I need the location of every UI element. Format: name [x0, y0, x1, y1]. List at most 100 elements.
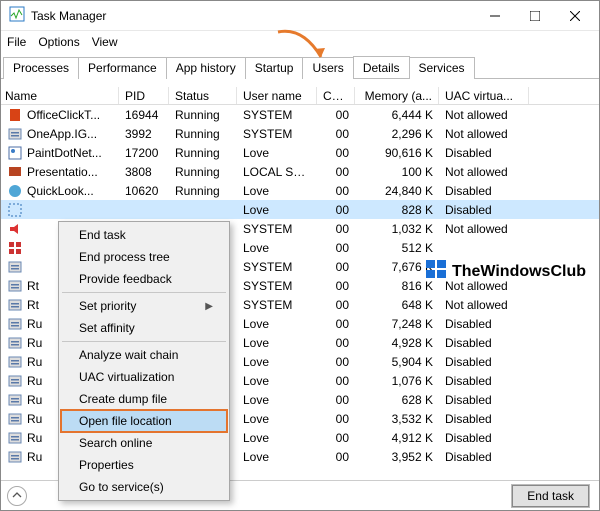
tab-app-history[interactable]: App history: [166, 57, 246, 79]
process-icon: [7, 183, 23, 199]
process-user: Love: [237, 355, 317, 369]
process-cpu: 00: [317, 450, 355, 464]
ctx-open-file-location[interactable]: Open file location: [61, 410, 227, 432]
ctx-properties[interactable]: Properties: [61, 454, 227, 476]
process-uac: Disabled: [439, 317, 529, 331]
ctx-analyze-wait-chain[interactable]: Analyze wait chain: [61, 344, 227, 366]
tab-processes[interactable]: Processes: [3, 57, 79, 79]
process-cpu: 00: [317, 336, 355, 350]
process-user: Love: [237, 431, 317, 445]
process-icon: [7, 335, 23, 351]
process-name: Rt: [27, 279, 39, 293]
process-user: SYSTEM: [237, 127, 317, 141]
ctx-provide-feedback[interactable]: Provide feedback: [61, 268, 227, 290]
process-row[interactable]: OneApp.IG...3992RunningSYSTEM002,296 KNo…: [1, 124, 599, 143]
ctx-set-affinity[interactable]: Set affinity: [61, 317, 227, 339]
process-icon: [7, 316, 23, 332]
process-icon: [7, 145, 23, 161]
menu-file[interactable]: File: [7, 35, 26, 49]
process-memory: 100 K: [355, 165, 439, 179]
ctx-go-to-services[interactable]: Go to service(s): [61, 476, 227, 498]
end-task-button[interactable]: End task: [512, 485, 589, 507]
process-icon: [7, 164, 23, 180]
process-row[interactable]: Presentatio...3808RunningLOCAL SE...0010…: [1, 162, 599, 181]
process-cpu: 00: [317, 222, 355, 236]
tab-performance[interactable]: Performance: [78, 57, 167, 79]
header-cpu[interactable]: CPU: [317, 87, 355, 104]
ctx-end-task[interactable]: End task: [61, 224, 227, 246]
process-icon: [7, 278, 23, 294]
submenu-arrow-icon: ▶: [205, 301, 213, 312]
header-name[interactable]: Name: [1, 87, 119, 104]
process-icon: [7, 126, 23, 142]
process-memory: 24,840 K: [355, 184, 439, 198]
tab-users[interactable]: Users: [302, 57, 353, 79]
process-name: Ru: [27, 317, 42, 331]
process-row[interactable]: PaintDotNet...17200RunningLove0090,616 K…: [1, 143, 599, 162]
header-memory[interactable]: Memory (a...: [355, 87, 439, 104]
tab-services[interactable]: Services: [409, 57, 475, 79]
maximize-button[interactable]: [515, 2, 555, 30]
menu-options[interactable]: Options: [38, 35, 79, 49]
ctx-set-priority[interactable]: Set priority▶: [61, 295, 227, 317]
process-cpu: 00: [317, 298, 355, 312]
process-uac: Disabled: [439, 336, 529, 350]
ctx-uac-virtualization[interactable]: UAC virtualization: [61, 366, 227, 388]
process-memory: 90,616 K: [355, 146, 439, 160]
header-uac[interactable]: UAC virtua...: [439, 87, 529, 104]
process-user: SYSTEM: [237, 108, 317, 122]
process-uac: Not allowed: [439, 165, 529, 179]
process-memory: 5,904 K: [355, 355, 439, 369]
watermark-text: TheWindowsClub: [452, 263, 586, 281]
process-icon: [7, 373, 23, 389]
process-status: Running: [169, 146, 237, 160]
ctx-create-dump-file[interactable]: Create dump file: [61, 388, 227, 410]
header-pid[interactable]: PID: [119, 87, 169, 104]
process-pid: 3992: [119, 127, 169, 141]
header-status[interactable]: Status: [169, 87, 237, 104]
process-row[interactable]: Love00828 KDisabled: [1, 200, 599, 219]
process-user: LOCAL SE...: [237, 165, 317, 179]
process-uac: Not allowed: [439, 127, 529, 141]
header-user[interactable]: User name: [237, 87, 317, 104]
watermark: TheWindowsClub: [424, 257, 586, 286]
tab-startup[interactable]: Startup: [245, 57, 304, 79]
menu-view[interactable]: View: [92, 35, 118, 49]
process-status: Running: [169, 108, 237, 122]
process-uac: Disabled: [439, 450, 529, 464]
process-icon: [7, 411, 23, 427]
process-user: Love: [237, 450, 317, 464]
app-icon: [9, 6, 25, 25]
process-memory: 648 K: [355, 298, 439, 312]
process-icon: [7, 297, 23, 313]
process-memory: 828 K: [355, 203, 439, 217]
process-cpu: 00: [317, 127, 355, 141]
ctx-end-process-tree[interactable]: End process tree: [61, 246, 227, 268]
process-user: SYSTEM: [237, 260, 317, 274]
process-cpu: 00: [317, 146, 355, 160]
menubar: File Options View: [1, 31, 599, 53]
process-row[interactable]: OfficeClickT...16944RunningSYSTEM006,444…: [1, 105, 599, 124]
minimize-button[interactable]: [475, 2, 515, 30]
process-name: Ru: [27, 393, 42, 407]
process-uac: Disabled: [439, 146, 529, 160]
process-cpu: 00: [317, 260, 355, 274]
process-memory: 4,928 K: [355, 336, 439, 350]
process-user: Love: [237, 317, 317, 331]
ctx-search-online[interactable]: Search online: [61, 432, 227, 454]
process-icon: [7, 107, 23, 123]
process-name: PaintDotNet...: [27, 146, 102, 160]
fewer-details-button[interactable]: [7, 486, 27, 506]
process-cpu: 00: [317, 412, 355, 426]
tab-details[interactable]: Details: [353, 56, 410, 78]
close-button[interactable]: [555, 2, 595, 30]
windows-logo-icon: [424, 257, 448, 286]
process-uac: Disabled: [439, 355, 529, 369]
window-controls: [475, 2, 595, 30]
process-icon: [7, 221, 23, 237]
process-icon: [7, 202, 23, 218]
process-memory: 2,296 K: [355, 127, 439, 141]
process-name: Ru: [27, 355, 42, 369]
process-pid: 17200: [119, 146, 169, 160]
process-row[interactable]: QuickLook...10620RunningLove0024,840 KDi…: [1, 181, 599, 200]
